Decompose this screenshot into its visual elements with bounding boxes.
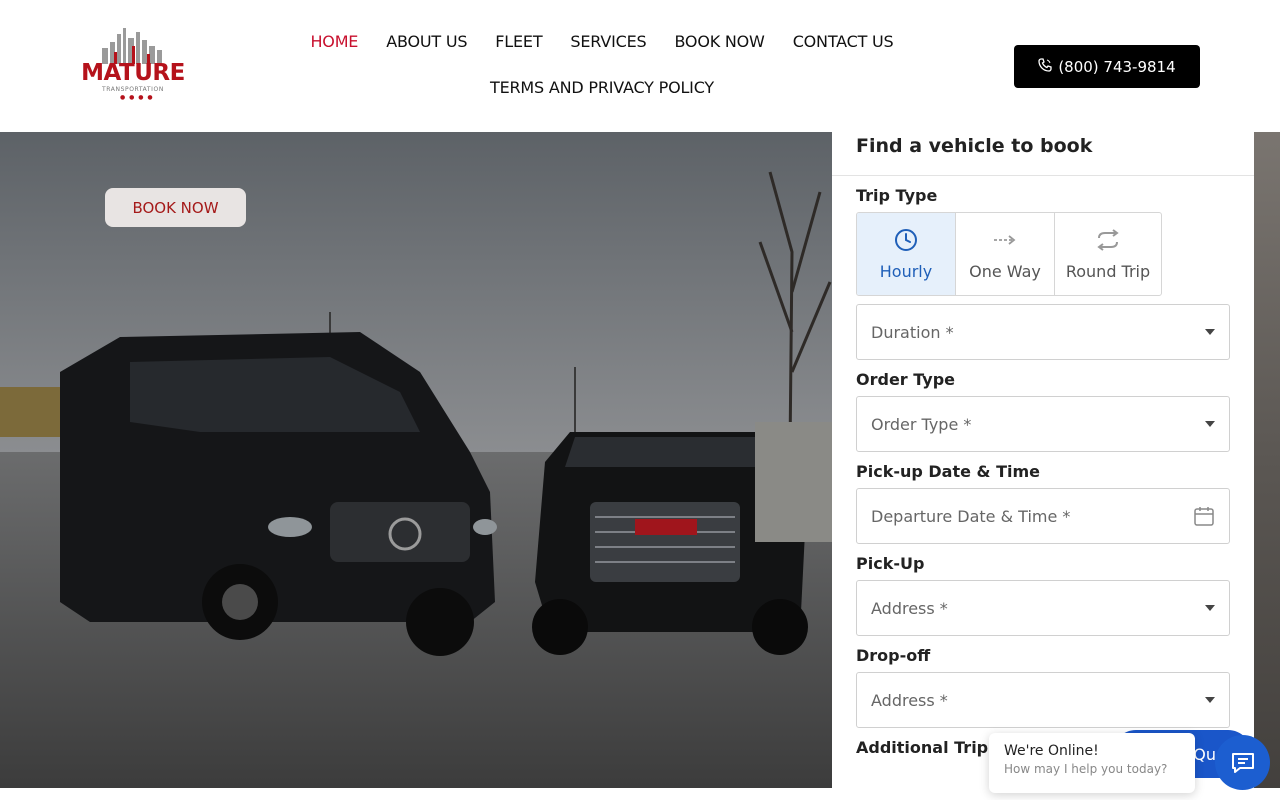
chevron-down-icon (1205, 697, 1215, 703)
panel-divider (832, 175, 1254, 176)
clock-icon (895, 228, 917, 251)
chat-launcher-button[interactable] (1215, 735, 1270, 790)
pickup-address-placeholder: Address * (871, 598, 948, 618)
phone-number: (800) 743-9814 (1058, 57, 1176, 76)
nav-terms-privacy[interactable]: TERMS AND PRIVACY POLICY (476, 74, 728, 102)
pickup-datetime-label: Pick-up Date & Time (856, 462, 1040, 481)
nav-services[interactable]: SERVICES (556, 28, 660, 56)
duration-placeholder: Duration * (871, 322, 954, 342)
pickup-label: Pick-Up (856, 554, 925, 573)
chevron-down-icon (1205, 421, 1215, 427)
dropoff-address-placeholder: Address * (871, 690, 948, 710)
departure-datetime-placeholder: Departure Date & Time * (871, 506, 1071, 526)
nav-book-now[interactable]: BOOK NOW (660, 28, 778, 56)
hero-section: BOOK NOW (0, 132, 832, 788)
chevron-down-icon (1205, 329, 1215, 335)
brand-logo[interactable]: MATURE TRANSPORTATION ● ● ● ● (74, 26, 192, 101)
chat-icon (1231, 752, 1254, 773)
chat-greeting-bubble[interactable]: We're Online! How may I help you today? (989, 733, 1195, 793)
hero-book-now-button[interactable]: BOOK NOW (105, 188, 246, 227)
order-type-label: Order Type (856, 370, 956, 389)
site-header: MATURE TRANSPORTATION ● ● ● ● HOME ABOUT… (0, 0, 1280, 132)
main-nav: HOME ABOUT US FLEET SERVICES BOOK NOW CO… (272, 28, 932, 102)
trip-type-selector: Hourly One Way Round Trip (856, 212, 1162, 296)
pickup-address-select[interactable]: Address * (856, 580, 1230, 636)
dropoff-label: Drop-off (856, 646, 931, 665)
order-type-select[interactable]: Order Type * (856, 396, 1230, 452)
round-trip-arrows-icon (1097, 228, 1119, 251)
brand-name: MATURE (81, 60, 185, 86)
booking-panel: Find a vehicle to book Trip Type Hourly … (832, 132, 1254, 800)
chat-title: We're Online! (1004, 743, 1099, 759)
nav-fleet[interactable]: FLEET (481, 28, 556, 56)
hero-image-edge (1254, 132, 1280, 788)
one-way-arrow-icon (994, 234, 1016, 245)
trip-type-round-trip[interactable]: Round Trip (1055, 213, 1161, 295)
brand-tagline: TRANSPORTATION (102, 86, 164, 93)
trip-type-hourly-label: Hourly (879, 261, 933, 281)
order-type-placeholder: Order Type * (871, 414, 972, 434)
logo-stars-icon: ● ● ● ● (120, 94, 154, 101)
chevron-down-icon (1205, 605, 1215, 611)
nav-home[interactable]: HOME (296, 28, 372, 56)
nav-about-us[interactable]: ABOUT US (372, 28, 481, 56)
trip-type-hourly[interactable]: Hourly (857, 213, 956, 295)
departure-datetime-input[interactable]: Departure Date & Time * (856, 488, 1230, 544)
duration-select[interactable]: Duration * (856, 304, 1230, 360)
trip-type-one-way-label: One Way (969, 261, 1041, 281)
additional-trip-details-label: Additional Trip D (856, 738, 1007, 757)
chat-subtitle: How may I help you today? (1004, 762, 1168, 776)
nav-contact-us[interactable]: CONTACT US (779, 28, 908, 56)
dropoff-address-select[interactable]: Address * (856, 672, 1230, 728)
trip-type-round-trip-label: Round Trip (1065, 261, 1151, 281)
trip-type-label: Trip Type (856, 186, 938, 205)
calendar-icon[interactable] (1193, 505, 1215, 527)
phone-icon (1038, 57, 1052, 76)
phone-button[interactable]: (800) 743-9814 (1014, 45, 1200, 88)
hero-vehicles-image (0, 132, 832, 788)
trip-type-one-way[interactable]: One Way (956, 213, 1055, 295)
booking-title: Find a vehicle to book (856, 135, 1093, 157)
